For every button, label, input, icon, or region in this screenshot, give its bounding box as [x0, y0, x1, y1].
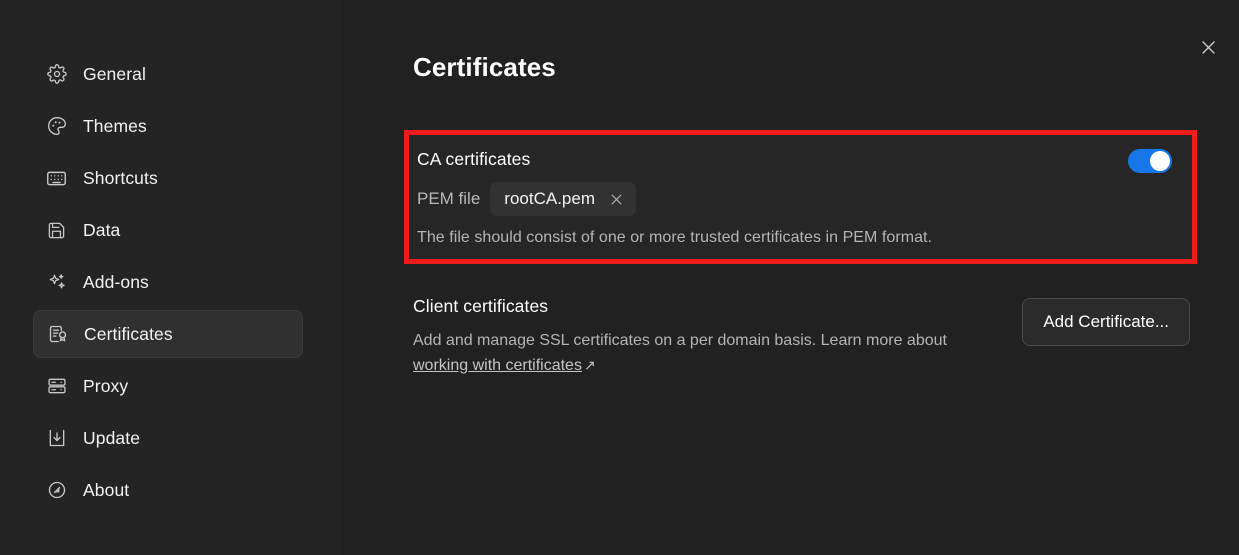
- sidebar-item-label: Data: [83, 219, 121, 240]
- client-certificates-text: Client certificates Add and manage SSL c…: [413, 296, 958, 378]
- ca-certificates-hint: The file should consist of one or more t…: [417, 229, 933, 246]
- close-icon[interactable]: [609, 192, 624, 207]
- client-certificates-description-text: Add and manage SSL certificates on a per…: [413, 332, 947, 349]
- sidebar-item-label: General: [83, 63, 146, 84]
- ca-certificates-toggle[interactable]: [1128, 149, 1172, 173]
- sidebar-item-data[interactable]: Data: [33, 206, 303, 254]
- toggle-knob: [1150, 151, 1170, 171]
- server-icon: [46, 376, 67, 397]
- settings-window: General Themes Shortcuts Data Add-ons Ce…: [0, 0, 1239, 555]
- sidebar-item-label: Certificates: [84, 323, 173, 344]
- pem-file-label: PEM file: [417, 189, 481, 208]
- client-certificates-description: Add and manage SSL certificates on a per…: [413, 328, 958, 378]
- pem-file-name: rootCA.pem: [504, 189, 595, 208]
- sidebar-item-label: Shortcuts: [83, 167, 158, 188]
- client-certificates-section: Client certificates Add and manage SSL c…: [413, 296, 1190, 378]
- sidebar-item-label: Themes: [83, 115, 147, 136]
- pem-file-chip[interactable]: rootCA.pem: [490, 182, 636, 216]
- gear-icon: [46, 64, 67, 85]
- sidebar-item-about[interactable]: About: [33, 466, 303, 514]
- client-certificates-title: Client certificates: [413, 296, 549, 316]
- external-link-arrow-icon: ↗: [583, 357, 596, 373]
- sparkles-icon: [46, 272, 67, 293]
- settings-sidebar: General Themes Shortcuts Data Add-ons Ce…: [0, 0, 341, 555]
- ca-certificates-title: CA certificates: [417, 149, 531, 169]
- info-circle-icon: [46, 480, 67, 501]
- certificate-icon: [47, 324, 68, 345]
- keyboard-icon: [46, 168, 67, 189]
- page-title: Certificates: [413, 52, 556, 82]
- sidebar-item-shortcuts[interactable]: Shortcuts: [33, 154, 303, 202]
- download-icon: [46, 428, 67, 449]
- sidebar-item-general[interactable]: General: [33, 50, 303, 98]
- working-with-certificates-link[interactable]: working with certificates: [413, 357, 582, 374]
- sidebar-item-update[interactable]: Update: [33, 414, 303, 462]
- ca-certificates-highlight-box: CA certificates PEM file rootCA.pem The …: [404, 130, 1197, 264]
- floppy-disk-icon: [46, 220, 67, 241]
- sidebar-item-add-ons[interactable]: Add-ons: [33, 258, 303, 306]
- sidebar-item-certificates[interactable]: Certificates: [33, 310, 303, 358]
- sidebar-item-label: Update: [83, 427, 141, 448]
- settings-content-pane: Certificates CA certificates PEM file ro…: [341, 0, 1239, 555]
- sidebar-item-label: Proxy: [83, 375, 129, 396]
- ca-certificates-section: CA certificates PEM file rootCA.pem The …: [409, 135, 1192, 259]
- add-certificate-button[interactable]: Add Certificate...: [1022, 298, 1190, 346]
- sidebar-item-label: Add-ons: [83, 271, 149, 292]
- sidebar-item-proxy[interactable]: Proxy: [33, 362, 303, 410]
- sidebar-item-themes[interactable]: Themes: [33, 102, 303, 150]
- close-icon[interactable]: [1193, 32, 1223, 62]
- sidebar-item-label: About: [83, 479, 130, 500]
- pem-file-row: PEM file rootCA.pem: [417, 182, 1175, 216]
- palette-icon: [46, 116, 67, 137]
